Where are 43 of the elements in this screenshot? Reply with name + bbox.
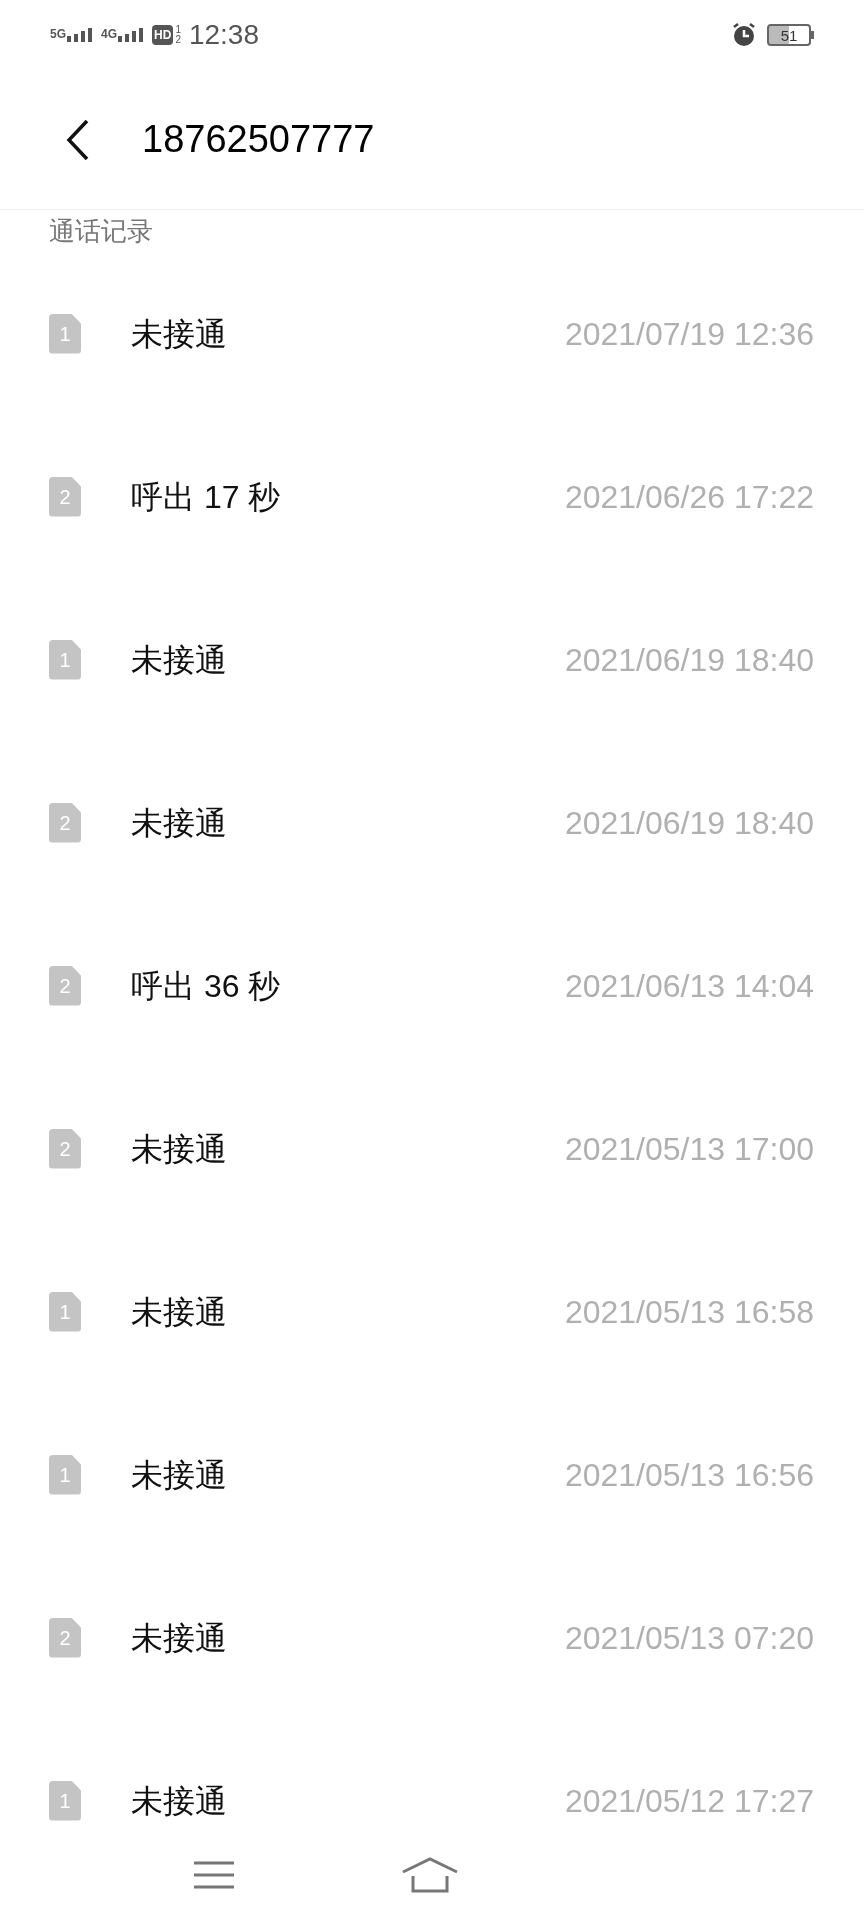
call-time: 2021/05/13 07:20 [564, 1618, 814, 1658]
call-status: 未接通 [131, 314, 227, 354]
sim-card-icon: 2 [49, 476, 81, 517]
network-label: 5G [50, 28, 66, 40]
call-time: 2021/05/13 16:56 [564, 1455, 814, 1495]
call-status: 未接通 [131, 803, 227, 843]
sim-card-icon: 2 [49, 965, 81, 1006]
section-title: 通话记录 [49, 214, 153, 248]
call-time: 2021/05/13 16:58 [564, 1292, 814, 1332]
clock-time: 12:38 [188, 18, 259, 52]
call-status: 未接通 [131, 1618, 227, 1658]
call-time: 2021/06/13 14:04 [564, 966, 814, 1006]
call-time: 2021/06/19 18:40 [564, 803, 814, 843]
call-time: 2021/06/19 18:40 [564, 640, 814, 680]
sim-card-icon: 1 [49, 1454, 81, 1495]
home-button[interactable] [400, 1855, 460, 1895]
call-status: 呼出 17 秒 [131, 477, 281, 517]
sim-card-icon: 2 [49, 1128, 81, 1169]
call-status: 呼出 36 秒 [131, 966, 281, 1006]
call-time: 2021/07/19 12:36 [564, 314, 814, 354]
sim-card-icon: 2 [49, 802, 81, 843]
sim-card-icon: 1 [49, 1291, 81, 1332]
hd-badge: HD [152, 25, 174, 45]
sim-card-icon: 1 [49, 1780, 81, 1821]
sim-card-icon: 2 [49, 1617, 81, 1658]
sim-card-icon: 1 [49, 313, 81, 354]
call-status: 未接通 [131, 640, 227, 680]
call-time: 2021/06/26 17:22 [564, 477, 814, 517]
call-status: 未接通 [131, 1129, 227, 1169]
call-status: 未接通 [131, 1781, 227, 1821]
call-status: 未接通 [131, 1455, 227, 1495]
sim-label: 1 [175, 25, 181, 35]
sim-card-icon: 1 [49, 639, 81, 680]
signal-icon [118, 28, 145, 42]
alarm-icon [731, 22, 757, 48]
call-status: 未接通 [131, 1292, 227, 1332]
signal-icon [67, 28, 93, 42]
network-label: 4G [101, 28, 118, 40]
battery-icon: 51 [767, 24, 814, 46]
header-title: 18762507777 [142, 117, 375, 162]
sim-label: 2 [175, 35, 181, 45]
call-time: 2021/05/12 17:27 [564, 1781, 814, 1821]
call-time: 2021/05/13 17:00 [564, 1129, 814, 1169]
